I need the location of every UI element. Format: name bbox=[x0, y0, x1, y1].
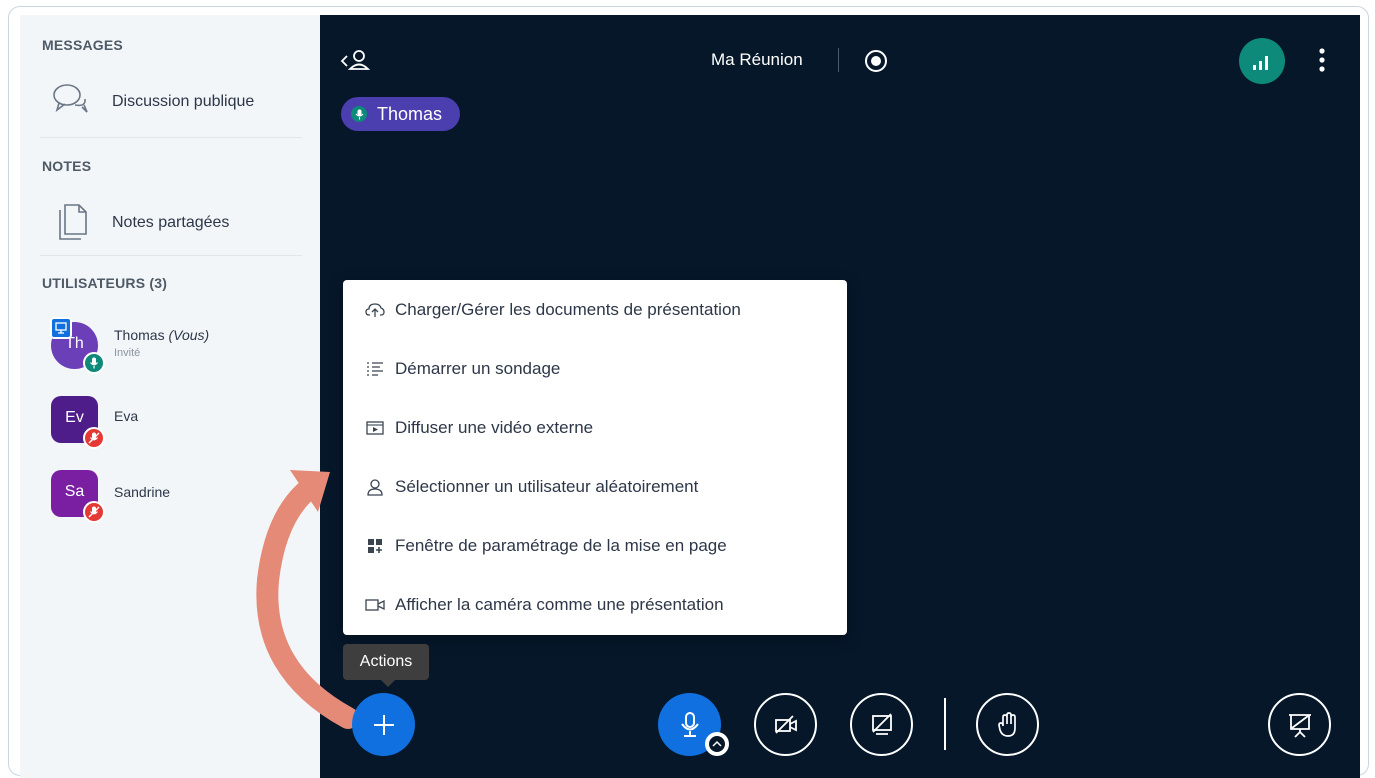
menu-item-label: Afficher la caméra comme une présentatio… bbox=[395, 595, 724, 614]
muted-microphone-icon bbox=[83, 501, 105, 523]
user-icon bbox=[365, 477, 385, 497]
menu-item-layout-settings[interactable]: Fenêtre de paramétrage de la mise en pag… bbox=[343, 521, 847, 571]
microphone-icon bbox=[351, 106, 367, 122]
camera-icon bbox=[365, 595, 385, 615]
public-chat-label: Discussion publique bbox=[112, 93, 255, 110]
presenter-icon bbox=[50, 317, 72, 339]
restore-presentation-button[interactable] bbox=[1268, 693, 1331, 756]
options-menu-button[interactable] bbox=[1310, 44, 1334, 76]
notes-document-icon bbox=[59, 204, 87, 240]
divider bbox=[40, 137, 302, 138]
meeting-title: Ma Réunion bbox=[711, 50, 803, 69]
user-list-item[interactable]: Ev Eva bbox=[20, 396, 320, 456]
menu-item-camera-as-presentation[interactable]: Afficher la caméra comme une présentatio… bbox=[343, 580, 847, 630]
avatar-initials: Ev bbox=[65, 409, 84, 426]
layout-grid-icon bbox=[365, 536, 385, 556]
user-name: Eva bbox=[114, 408, 139, 424]
chevron-user-icon bbox=[340, 50, 371, 70]
poll-list-icon bbox=[365, 359, 385, 379]
menu-item-start-poll[interactable]: Démarrer un sondage bbox=[343, 344, 847, 394]
messages-header: MESSAGES bbox=[42, 37, 123, 53]
record-icon bbox=[865, 50, 887, 72]
menu-item-upload-presentation[interactable]: Charger/Gérer les documents de présentat… bbox=[343, 285, 847, 335]
talking-indicator[interactable]: Thomas bbox=[341, 97, 461, 131]
menu-item-external-video[interactable]: Diffuser une vidéo externe bbox=[343, 403, 847, 453]
record-button[interactable] bbox=[864, 49, 888, 73]
you-tag: (Vous) bbox=[168, 327, 210, 343]
menu-item-label: Charger/Gérer les documents de présentat… bbox=[395, 300, 741, 319]
shared-notes-item[interactable]: Notes partagées bbox=[20, 192, 320, 252]
title-divider bbox=[838, 48, 839, 72]
menu-item-random-user[interactable]: Sélectionner un utilisateur aléatoiremen… bbox=[343, 462, 847, 512]
users-header: UTILISATEURS (3) bbox=[42, 275, 168, 291]
chevron-up-icon bbox=[712, 740, 722, 747]
external-video-icon bbox=[365, 418, 385, 438]
connection-status-button[interactable] bbox=[1239, 38, 1285, 84]
chat-bubbles-icon bbox=[53, 84, 88, 113]
audio-options-button[interactable] bbox=[705, 732, 729, 756]
share-webcam-button[interactable] bbox=[754, 693, 817, 756]
muted-microphone-icon bbox=[83, 427, 105, 449]
annotation-arrow bbox=[256, 470, 359, 729]
hand-icon bbox=[997, 711, 1016, 737]
shared-notes-label: Notes partagées bbox=[112, 214, 230, 231]
signal-bars-icon bbox=[1253, 56, 1268, 70]
controls-divider bbox=[944, 698, 946, 750]
avatar-initials: Sa bbox=[64, 483, 85, 500]
user-name-text: Thomas bbox=[114, 327, 165, 343]
menu-item-label: Diffuser une vidéo externe bbox=[395, 418, 594, 437]
menu-item-label: Sélectionner un utilisateur aléatoiremen… bbox=[395, 477, 699, 496]
screen-share-off-icon bbox=[871, 712, 892, 735]
kebab-menu-icon bbox=[1319, 48, 1325, 72]
raise-hand-button[interactable] bbox=[976, 693, 1039, 756]
camera-off-icon bbox=[774, 714, 797, 734]
presentation-off-icon bbox=[1288, 713, 1311, 738]
user-name: Sandrine bbox=[114, 484, 171, 500]
actions-button[interactable] bbox=[352, 693, 415, 756]
user-name: Thomas (Vous) bbox=[114, 327, 209, 343]
microphone-icon bbox=[680, 711, 699, 737]
toggle-userlist-button[interactable] bbox=[338, 47, 378, 77]
user-list-item[interactable]: Th Thomas (Vous) Invité bbox=[20, 317, 320, 377]
audio-options-inner bbox=[709, 736, 725, 752]
plus-icon bbox=[373, 714, 394, 735]
public-chat-item[interactable]: Discussion publique bbox=[20, 73, 320, 133]
menu-item-label: Fenêtre de paramétrage de la mise en pag… bbox=[395, 536, 727, 555]
menu-item-label: Démarrer un sondage bbox=[395, 359, 561, 378]
share-screen-button[interactable] bbox=[850, 693, 913, 756]
user-role: Invité bbox=[114, 347, 141, 359]
cloud-upload-icon bbox=[365, 300, 385, 320]
actions-menu: Charger/Gérer les documents de présentat… bbox=[343, 280, 847, 635]
notes-header: NOTES bbox=[42, 158, 92, 174]
microphone-icon bbox=[83, 352, 105, 374]
divider bbox=[40, 255, 302, 256]
talker-name: Thomas bbox=[377, 103, 443, 124]
